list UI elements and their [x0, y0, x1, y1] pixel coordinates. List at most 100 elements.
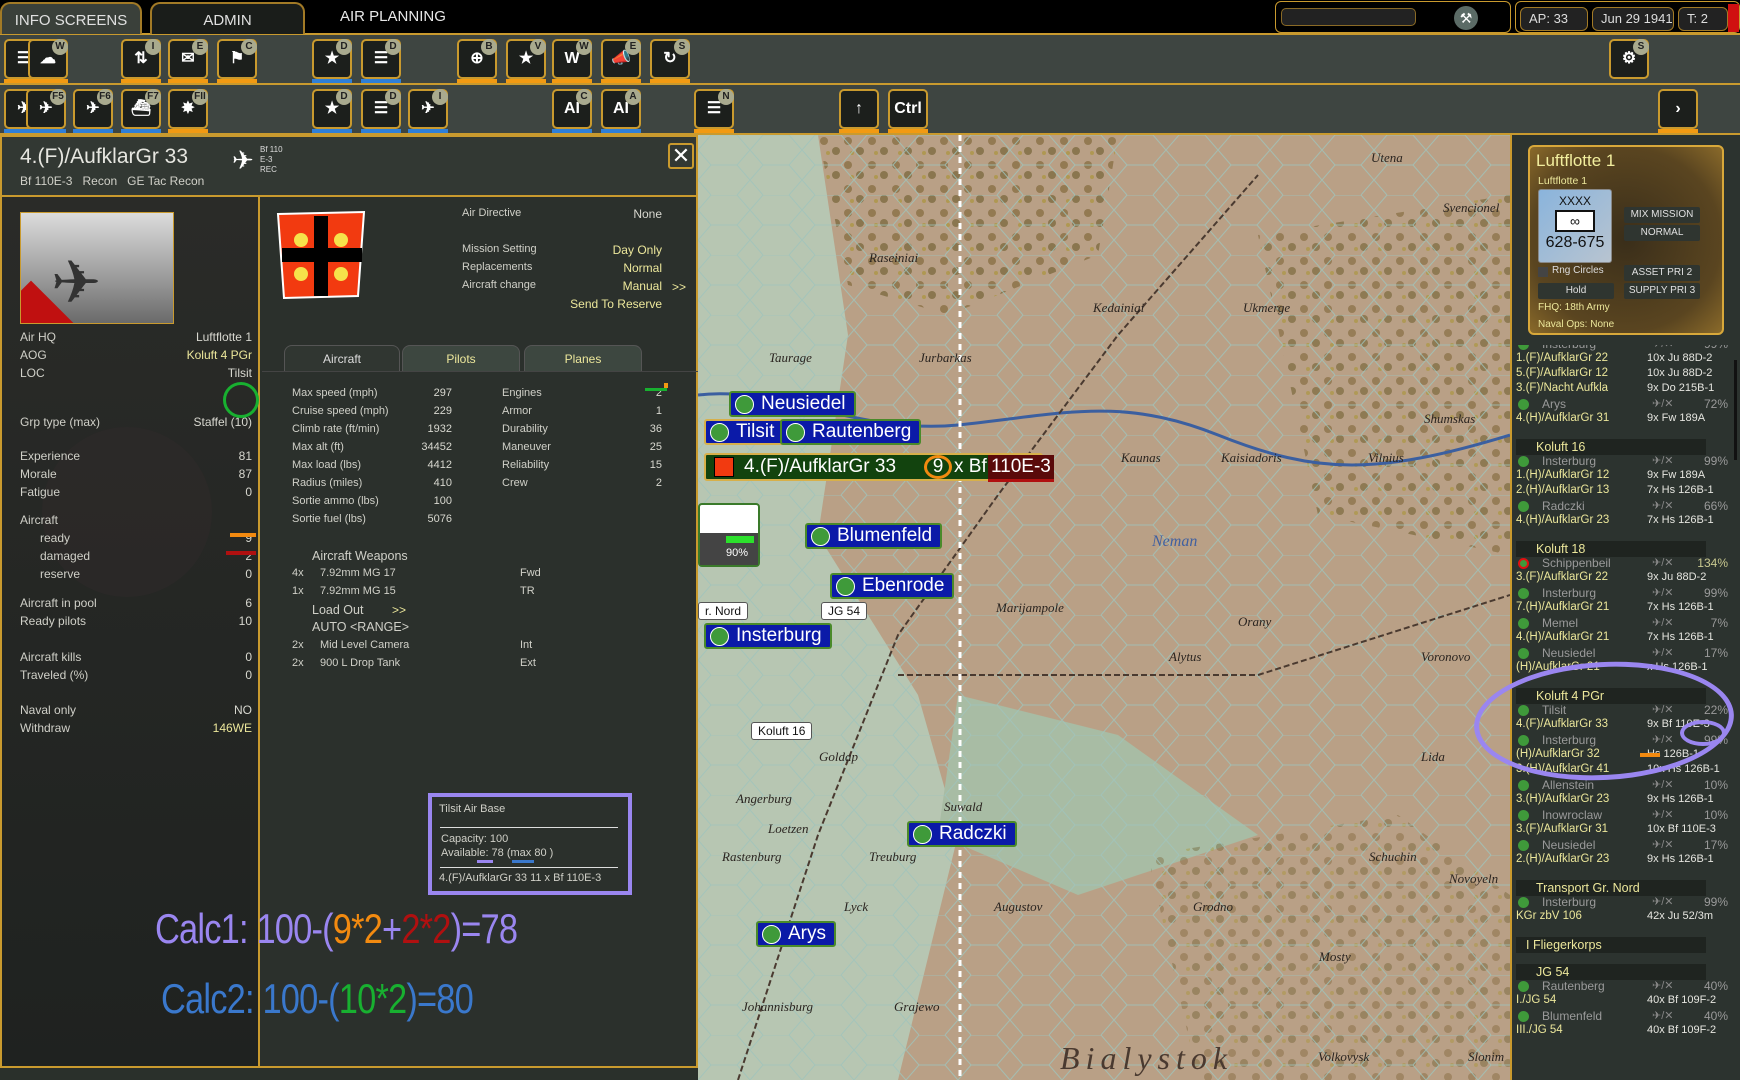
list-airbase[interactable]: Insterburg	[1542, 454, 1596, 468]
airbase-tilsit[interactable]: Tilsit	[704, 419, 785, 445]
airbase-radczki[interactable]: Radczki	[907, 821, 1017, 847]
unit-counter-partial[interactable]: 90%	[698, 503, 760, 567]
supply-priority-button[interactable]: SUPPLY PRI 3	[1624, 283, 1700, 299]
toolbar-button-row1-12[interactable]: ⚙ S	[1609, 39, 1649, 79]
list-airbase[interactable]: Memel	[1542, 616, 1578, 630]
place-shumskas: Shumskas	[1424, 411, 1476, 426]
list-unit[interactable]: 2.(H)/AufklarGr 23	[1516, 853, 1609, 865]
list-scrollbar[interactable]	[1734, 360, 1737, 460]
list-unit[interactable]: 5.(F)/AufklarGr 12	[1516, 367, 1608, 379]
list-airbase[interactable]: Insterburg	[1542, 895, 1596, 909]
airbase-blumenfeld[interactable]: Blumenfeld	[805, 523, 943, 549]
loadout-mode[interactable]: AUTO <RANGE>	[312, 620, 409, 634]
list-unit[interactable]: KGr zbV 106	[1516, 910, 1582, 922]
toolbar-button-status-bar	[217, 79, 257, 83]
tab-pilots[interactable]: Pilots	[402, 345, 520, 371]
toolbar-button-row1-2[interactable]: ⇅ I	[121, 39, 161, 83]
settings-wrench-icon[interactable]: ⚒	[1454, 6, 1478, 30]
toolbar-button-row2-5[interactable]: ★ D	[312, 89, 352, 133]
toolbar-button-row2-9[interactable]: AI A	[601, 89, 641, 133]
toolbar-button-row2-7[interactable]: ✈ I	[408, 89, 448, 133]
toolbar-button-row2-1[interactable]: ✈ F5	[26, 89, 66, 133]
asset-priority-button[interactable]: ASSET PRI 2	[1624, 265, 1700, 281]
list-airbase[interactable]: Radczki	[1542, 499, 1585, 513]
list-airbase[interactable]: Neusiedel	[1542, 646, 1595, 660]
toolbar-button-row2-10[interactable]: ☰ N	[694, 89, 734, 133]
toolbar-button-row1-3[interactable]: ✉ E	[168, 39, 208, 83]
toolbar-button-row1-10[interactable]: 📣 E	[601, 39, 641, 83]
toolbar-button-row1-9[interactable]: WW	[552, 39, 592, 83]
tab-aircraft[interactable]: Aircraft	[284, 345, 400, 371]
list-unit[interactable]: III./JG 54	[1516, 1024, 1563, 1036]
directive-0-value[interactable]: None	[502, 207, 662, 221]
tab-planes[interactable]: Planes	[524, 345, 642, 371]
list-airbase[interactable]: Insterburg	[1542, 345, 1596, 351]
list-unit[interactable]: I./JG 54	[1516, 994, 1556, 1006]
label-transport-nord[interactable]: r. Nord	[698, 602, 749, 620]
airbase-ebenrode[interactable]: Ebenrode	[830, 573, 955, 599]
toolbar-glyph-icon: ✈	[421, 100, 435, 117]
send-to-reserve-link[interactable]: Send To Reserve	[502, 297, 662, 311]
toolbar-button-row1-1[interactable]: ☁ W	[28, 39, 68, 83]
list-airbase[interactable]: Rautenberg	[1542, 979, 1605, 993]
toolbar-button-row1-11[interactable]: ↻ S	[650, 39, 690, 83]
hq-counter[interactable]: XXXX ∞ 628-675	[1538, 189, 1612, 263]
toolbar-button-row2-13[interactable]: ›	[1658, 89, 1698, 133]
airbase-rautenberg[interactable]: Rautenberg	[780, 419, 922, 445]
toolbar-button-row2-2[interactable]: ✈ F6	[73, 89, 113, 133]
toolbar-button-row1-7[interactable]: ⊕ B	[457, 39, 497, 83]
toolbar-button-row2-4[interactable]: ✸ FII	[168, 89, 208, 133]
tab-info-screens[interactable]: INFO SCREENS	[0, 2, 142, 34]
list-airbase[interactable]: Schippenbeil	[1542, 556, 1611, 570]
toolbar-button-row1-6[interactable]: ☰ D	[361, 39, 401, 83]
toolbar-button-row2-3[interactable]: ⛴ F7	[121, 89, 161, 133]
list-airbase[interactable]: Insterburg	[1542, 586, 1596, 600]
map-view[interactable]: Raseiniai Taurage Jurbarkas Kedainiai Ukmerg…	[698, 135, 1510, 1080]
group-header[interactable]: Koluft 16	[1516, 439, 1706, 455]
airbase-insterburg[interactable]: Insterburg	[704, 623, 832, 649]
toolbar-button-row1-8[interactable]: ★ V	[506, 39, 546, 83]
list-unit[interactable]: 4.(H)/AufklarGr 31	[1516, 412, 1609, 424]
group-header[interactable]: I Fliegerkorps	[1516, 937, 1706, 953]
list-unit[interactable]: 3.(H)/AufklarGr 23	[1516, 793, 1609, 805]
list-airbase[interactable]: Neusiedel	[1542, 838, 1595, 852]
list-unit[interactable]: 7.(H)/AufklarGr 21	[1516, 601, 1609, 613]
airbase-neusiedel[interactable]: Neusiedel	[729, 391, 856, 417]
list-airbase[interactable]: Arys	[1542, 397, 1566, 411]
aircraft-change-more[interactable]: >>	[672, 280, 686, 294]
loadout-more[interactable]: >>	[392, 603, 406, 617]
list-airbase[interactable]: Blumenfeld	[1542, 1009, 1602, 1023]
label-jg54[interactable]: JG 54	[821, 602, 868, 620]
group-header[interactable]: Koluft 18	[1516, 541, 1706, 557]
toolbar-button-row1-4[interactable]: ⚑ C	[217, 39, 257, 83]
directive-3-value[interactable]: Manual	[502, 279, 662, 293]
mix-mission-button[interactable]: MIX MISSION	[1624, 207, 1700, 223]
hold-button[interactable]: Hold	[1538, 283, 1614, 299]
group-header[interactable]: Transport Gr. Nord	[1516, 880, 1706, 896]
list-unit[interactable]: 3.(F)/AufklarGr 22	[1516, 571, 1608, 583]
selected-unit-bar[interactable]: 4.(F)/AufklarGr 33 9 x Bf 110E-3	[704, 453, 1054, 482]
list-unit[interactable]: 4.(H)/AufklarGr 21	[1516, 631, 1609, 643]
group-header[interactable]: JG 54	[1516, 964, 1706, 980]
toolbar-button-row2-11[interactable]: ↑	[839, 89, 879, 133]
toolbar-button-row1-5[interactable]: ★ D	[312, 39, 352, 83]
directive-1-value[interactable]: Day Only	[502, 243, 662, 257]
list-airbase[interactable]: Inowroclaw	[1542, 808, 1602, 822]
list-unit[interactable]: 1.(F)/AufklarGr 22	[1516, 352, 1608, 364]
search-input[interactable]	[1281, 8, 1416, 26]
toolbar-button-row2-6[interactable]: ☰ D	[361, 89, 401, 133]
list-unit[interactable]: 3.(F)/Nacht Aufkla	[1516, 382, 1608, 394]
rng-circles-checkbox[interactable]	[1538, 267, 1548, 277]
toolbar-button-row2-12[interactable]: Ctrl	[888, 89, 928, 133]
list-unit[interactable]: 3.(F)/AufklarGr 31	[1516, 823, 1608, 835]
normal-button[interactable]: NORMAL	[1624, 225, 1700, 241]
tab-admin[interactable]: ADMIN	[150, 2, 305, 34]
list-unit[interactable]: 4.(H)/AufklarGr 23	[1516, 514, 1609, 526]
list-unit[interactable]: 1.(H)/AufklarGr 12	[1516, 469, 1609, 481]
list-unit[interactable]: 2.(H)/AufklarGr 13	[1516, 484, 1609, 496]
airbase-arys[interactable]: Arys	[756, 921, 836, 947]
close-button[interactable]: ✕	[668, 143, 694, 169]
directive-2-value[interactable]: Normal	[502, 261, 662, 275]
toolbar-button-row2-8[interactable]: AI C	[552, 89, 592, 133]
label-koluft16[interactable]: Koluft 16	[751, 722, 813, 740]
